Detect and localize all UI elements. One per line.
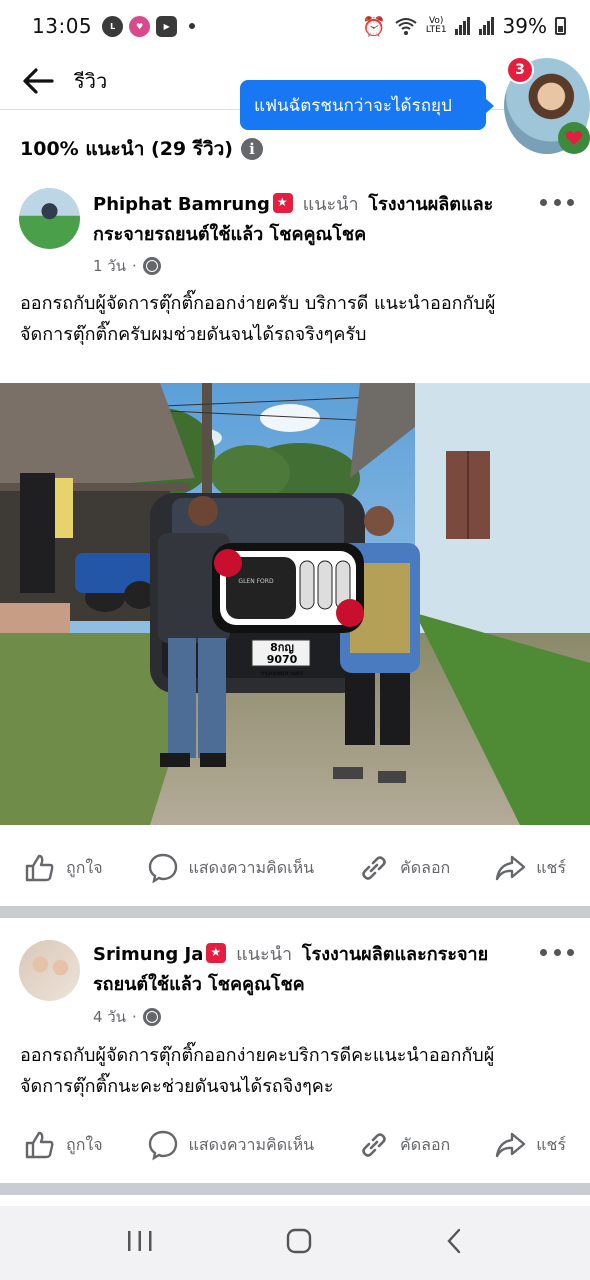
chat-head-bubble[interactable]: แฟนฉัตรชนกว่าจะได้รถยุป (240, 80, 494, 130)
copy-link-button[interactable]: คัดลอก (358, 1129, 450, 1161)
globe-icon (142, 1008, 161, 1026)
review-time[interactable]: 4 วัน (93, 1005, 126, 1029)
copy-label: คัดลอก (400, 1134, 451, 1154)
review-photo[interactable]: 8กญ 9070 กรุงเทพมหานคร GLEN FORD (0, 383, 590, 825)
globe-icon (142, 257, 161, 275)
line-app-icon: L (102, 15, 124, 37)
reviewer-name[interactable]: Phiphat Bamrung (93, 194, 270, 215)
share-arrow-icon (496, 855, 526, 881)
status-bar: 13:05 L ♥ ▶ ⏰ Vo) LTE1 39% (0, 0, 590, 52)
battery-percent: 39% (502, 14, 547, 38)
home-button[interactable] (285, 1227, 313, 1259)
feed-divider (0, 906, 590, 918)
review-actions: ถูกใจ แสดงความคิดเห็น คัดลอก แชร์ (0, 838, 590, 898)
recommend-star-icon (206, 937, 227, 967)
recommend-verb: แนะนำ (302, 194, 359, 215)
recommend-percentage: 100% แนะนำ (29 รีวิว) (20, 138, 233, 160)
review-text: ออกรถกับผู้จัดการตุ๊กติ๊กออกง่ายครับ บริ… (20, 288, 570, 350)
review-actions: ถูกใจ แสดงความคิดเห็น คัดลอก แชร์ (0, 1115, 590, 1175)
review-header: Srimung Ja แนะนำ โรงงานผลิตและกระจาย รถย… (93, 937, 513, 1000)
share-label: แชร์ (536, 857, 566, 877)
review-text-line: จัดการตุ๊กติ๊กครับผมช่วยดันจนได้รถจริงๆค… (20, 324, 367, 345)
recent-apps-icon (127, 1231, 152, 1251)
recommend-verb: แนะนำ (236, 944, 293, 965)
more-options-button[interactable] (540, 195, 574, 209)
avatar[interactable] (19, 188, 80, 249)
page-name-cont[interactable]: กระจายรถยนต์ใช้แล้ว โชคคูณโชค (93, 224, 366, 245)
feed-divider (0, 1183, 590, 1195)
status-notification-icons: L ♥ ▶ (102, 15, 196, 37)
page-name[interactable]: โรงงานผลิตและกระจาย (302, 944, 488, 965)
license-plate: 8กญ 9070 กรุงเทพมหานคร (256, 642, 308, 680)
alarm-icon: ⏰ (362, 15, 386, 38)
arrow-left-icon (23, 67, 54, 94)
status-system-icons: ⏰ Vo) LTE1 39% (362, 14, 566, 38)
more-horizontal-icon (540, 948, 547, 956)
plate-province: กรุงเทพมหานคร (260, 670, 304, 677)
chevron-left-icon (447, 1228, 461, 1254)
copy-label: คัดลอก (400, 857, 451, 877)
recommend-star-icon (272, 187, 293, 217)
battery-icon (555, 17, 566, 35)
review-summary: 100% แนะนำ (29 รีวิว) i (20, 134, 263, 164)
unread-count-badge: 3 (506, 56, 534, 84)
review-header: Phiphat Bamrung แนะนำ โรงงานผลิตและ กระจ… (93, 187, 513, 250)
comment-label: แสดงความคิดเห็น (188, 1134, 315, 1154)
more-horizontal-icon (540, 198, 547, 206)
review-text: ออกรถกับผู้จัดการตุ๊กติ๊กออกง่ายคะบริการ… (20, 1040, 570, 1102)
back-nav-button[interactable] (444, 1227, 464, 1259)
comment-button[interactable]: แสดงความคิดเห็น (147, 852, 315, 884)
status-time: 13:05 (32, 14, 93, 38)
like-button[interactable]: ถูกใจ (24, 852, 103, 884)
page-name-cont[interactable]: รถยนต์ใช้แล้ว โชคคูณโชค (93, 974, 305, 995)
link-icon (362, 1133, 386, 1157)
comment-button[interactable]: แสดงความคิดเห็น (147, 1129, 315, 1161)
review-meta: 1 วัน · (93, 254, 161, 278)
wifi-icon (395, 18, 417, 35)
signal-1-icon (454, 17, 470, 35)
plate-number: 8กญ 9070 (266, 641, 298, 666)
comment-label: แสดงความคิดเห็น (188, 857, 315, 877)
home-icon (286, 1228, 312, 1254)
back-button[interactable] (20, 63, 56, 99)
page-title: รีวิว (74, 68, 108, 93)
review-text-line: จัดการตุ๊กติ๊กนะคะช่วยดันจนได้รถจิงๆคะ (20, 1076, 334, 1097)
review-time[interactable]: 1 วัน (93, 254, 126, 278)
review-text-line: ออกรถกับผู้จัดการตุ๊กติ๊กออกง่ายคะบริการ… (20, 1045, 495, 1066)
review-text-line: ออกรถกับผู้จัดการตุ๊กติ๊กออกง่ายครับ บริ… (20, 293, 496, 314)
copy-link-button[interactable]: คัดลอก (358, 852, 450, 884)
share-button[interactable]: แชร์ (494, 852, 566, 884)
speech-bubble-icon (148, 853, 177, 884)
share-arrow-icon (496, 1132, 526, 1158)
heart-reaction-icon (558, 122, 590, 154)
more-notifications-dot-icon (189, 23, 196, 29)
share-label: แชร์ (536, 1134, 566, 1154)
reviewer-name[interactable]: Srimung Ja (93, 944, 203, 965)
like-label: ถูกใจ (66, 1134, 103, 1154)
like-button[interactable]: ถูกใจ (24, 1129, 103, 1161)
speech-bubble-icon (148, 1130, 177, 1161)
thumbs-up-icon (25, 1131, 54, 1159)
info-icon[interactable]: i (241, 138, 263, 160)
system-navigation-bar (0, 1206, 590, 1280)
chat-app-icon: ♥ (129, 15, 151, 37)
video-app-icon: ▶ (156, 15, 178, 37)
recent-apps-button[interactable] (126, 1229, 154, 1257)
page-name[interactable]: โรงงานผลิตและ (368, 194, 493, 215)
review-meta: 4 วัน · (93, 1005, 161, 1029)
more-options-button[interactable] (540, 945, 574, 959)
key-brand-text: GLEN FORD (238, 578, 274, 585)
thumbs-up-icon (25, 854, 54, 882)
signal-2-icon (478, 17, 494, 35)
meta-separator: · (132, 1008, 137, 1026)
avatar[interactable] (19, 940, 80, 1001)
link-icon (362, 856, 386, 880)
photo-scene (0, 383, 590, 825)
volte-label: Vo) LTE1 (425, 16, 447, 35)
share-button[interactable]: แชร์ (494, 1129, 566, 1161)
meta-separator: · (132, 257, 137, 275)
like-label: ถูกใจ (66, 857, 103, 877)
